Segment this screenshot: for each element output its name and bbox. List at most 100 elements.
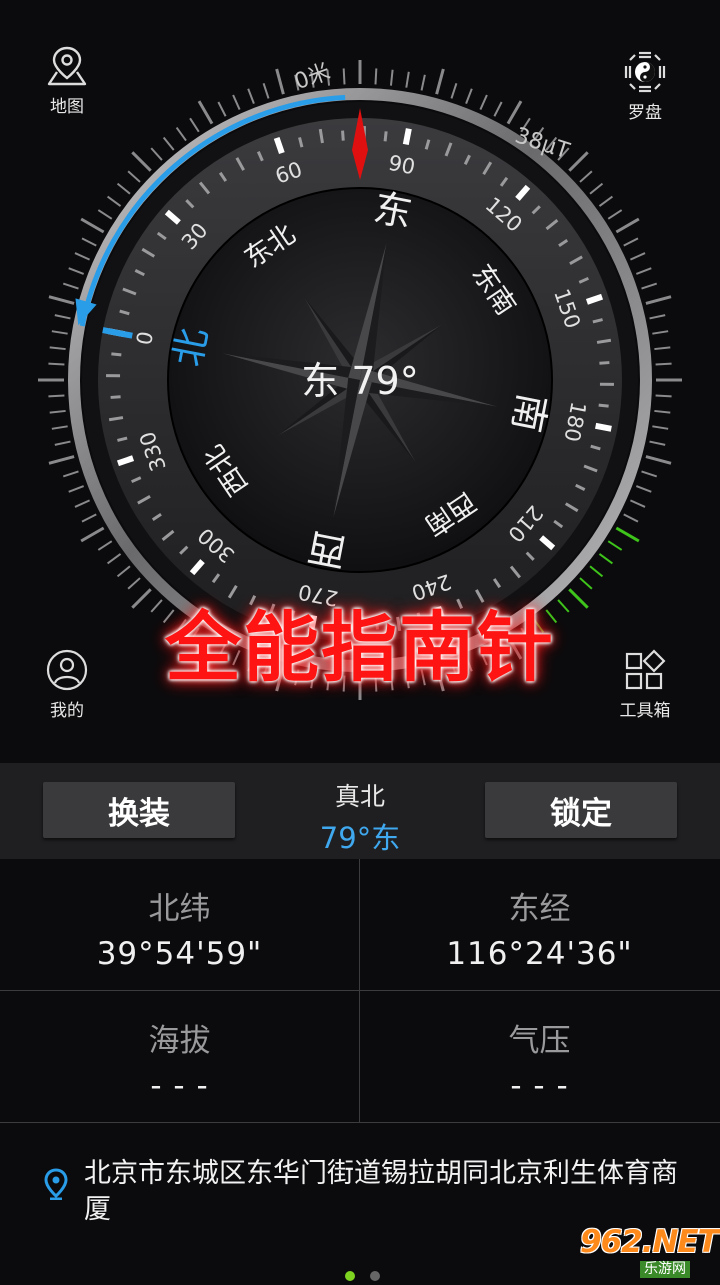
degree-tick [385,131,386,141]
degree-label: 90 [386,151,417,180]
outer-tick [616,219,639,232]
outer-tick [656,364,672,365]
outer-tick [569,152,587,170]
location-pin-icon [44,1168,68,1200]
latitude-cell: 北纬 39°54'59" [0,859,359,990]
outer-tick [654,411,670,413]
outer-tick [466,89,472,104]
true-north-label: 真北 [260,777,460,813]
degree-tick [596,426,612,429]
profile-button-label: 我的 [50,701,84,721]
outer-tick [52,331,68,334]
longitude-value: 116°24'36" [360,936,719,972]
watermark-logo: 962.NET 乐游网 [580,1226,716,1276]
longitude-cell: 东经 116°24'36" [360,859,719,990]
lock-button[interactable]: 锁定 [485,782,677,838]
outer-tick [650,442,666,445]
address-text: 北京市东城区东华门街道锡拉胡同北京利生体育商厦 [84,1156,684,1228]
altitude-value: - - - [0,1068,359,1104]
outer-tick [642,471,657,476]
outer-tick [344,68,345,84]
watermark-bottom: 乐游网 [640,1261,690,1278]
outer-tick [630,253,645,260]
pressure-cell: 气压 - - - [360,991,719,1122]
true-north-display: 真北 79°东 [260,777,460,857]
outer-tick [218,102,225,116]
outer-tick [652,331,668,334]
outer-tick [55,315,71,318]
outer-tick [118,184,130,194]
outer-tick [132,152,150,170]
outer-tick [590,184,602,194]
outer-tick [652,426,668,429]
control-bar: 换装 真北 79°东 锁定 [0,763,720,859]
outer-tick [636,486,651,492]
outer-tick [608,210,621,219]
page-indicator [340,1266,385,1285]
outer-tick [82,238,96,245]
outer-tick [69,486,84,492]
outer-tick [82,514,96,521]
outer-tick [48,395,64,396]
outer-tick [642,284,657,289]
outer-tick [391,70,393,86]
degree-tick [111,397,121,398]
outer-tick [375,68,376,84]
outer-tick [590,566,602,576]
outer-tick [118,566,130,576]
true-north-value: 79°东 [260,815,460,857]
outer-tick [50,347,66,349]
outer-tick [654,347,670,349]
outer-tick [128,171,140,182]
location-info-grid: 北纬 39°54'59" 东经 116°24'36" 海拔 - - - 气压 -… [0,859,720,1123]
altitude-cell: 海拔 - - - [0,991,359,1122]
outer-tick [75,500,90,507]
outer-tick [81,219,104,232]
outer-tick [63,471,78,476]
outer-tick [599,197,612,206]
outer-tick [75,253,90,260]
pressure-label: 气压 [360,1015,719,1060]
outer-tick [63,284,78,289]
outer-tick [49,297,74,304]
outer-tick [50,411,66,413]
outer-tick [52,426,68,429]
outer-tick [277,69,284,94]
skin-button[interactable]: 换装 [43,782,235,838]
grid-divider-vertical [359,859,360,1123]
outer-tick [656,395,672,396]
latitude-label: 北纬 [0,883,359,928]
outer-tick [199,101,212,124]
outer-tick [650,315,666,318]
outer-tick [508,101,521,124]
outer-tick [480,95,487,110]
degree-tick [343,131,344,141]
outer-tick [55,442,71,445]
outer-tick [98,210,111,219]
heading-text: 东 79° [301,359,418,403]
outer-tick [164,138,174,150]
outer-tick [599,554,612,563]
app-banner: 全能指南针 [0,586,720,696]
outer-tick [636,268,651,274]
pressure-value: - - - [360,1068,719,1104]
degree-tick [406,129,409,145]
grid-divider-bottom [0,1122,720,1123]
outer-tick [177,128,186,141]
outer-tick [49,457,74,464]
outer-tick [624,238,638,245]
toolbox-button-label: 工具箱 [620,701,671,721]
watermark-top: 962.NET [580,1226,716,1258]
degree-tick [111,354,121,355]
address-row[interactable]: 北京市东城区东华门街道锡拉胡同北京利生体育商厦 [44,1156,684,1228]
outer-tick [624,514,638,521]
outer-tick [437,69,444,94]
outer-tick [630,500,645,507]
outer-tick [98,541,111,550]
outer-tick [608,541,621,550]
outer-tick [451,83,456,98]
outer-tick [580,171,592,182]
outer-tick [151,148,162,160]
outer-tick [108,554,121,563]
outer-tick [646,457,671,464]
